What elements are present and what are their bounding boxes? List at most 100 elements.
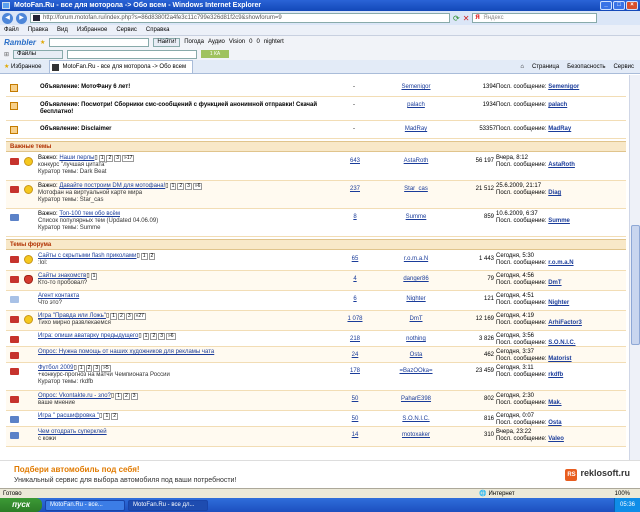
topic-replies[interactable]: 50 [344,396,366,403]
topic-replies[interactable]: 4 [344,276,366,283]
page-link[interactable]: 1 [169,183,177,190]
forward-icon[interactable]: ▶ [16,12,27,24]
topic-link[interactable]: Сайты с скрытыми flash приколами [38,253,136,259]
last-post-user[interactable]: r.o.m.a.N [548,260,573,266]
ad-logo[interactable]: RS reklosoft.ru [565,468,630,481]
menu-help[interactable]: Справка [146,27,170,33]
last-post-user[interactable]: Osta [548,420,561,426]
ad-headline[interactable]: Подбери автомобиль под себя! [14,465,140,474]
page-link[interactable]: 3 [130,393,138,400]
stop-icon[interactable]: ✕ [463,14,470,23]
search-input[interactable]: Я Яндекс [472,13,598,23]
zoom-level[interactable]: 100% [615,491,630,497]
page-link[interactable]: »17 [122,155,135,162]
topic-author[interactable]: danger86 [384,276,448,283]
topic-author[interactable]: nothing [384,336,448,343]
favorites-button[interactable]: ★ Избранное [0,63,49,70]
topic-author[interactable]: Star_cas [384,186,448,193]
page-link[interactable]: 1 [77,365,85,372]
topic-link[interactable]: Игра "Правда или Ложь" [38,313,106,319]
last-post-user[interactable]: Summe [548,218,570,224]
topic-replies[interactable]: 178 [344,368,366,375]
page-link[interactable]: »6 [192,183,203,190]
minimize-button[interactable]: _ [600,1,612,10]
page-link[interactable]: 1 [90,273,98,280]
toolbar-widget[interactable]: 1 КА [201,50,230,58]
page-link[interactable]: »5 [101,365,111,372]
page-link[interactable]: 1 [142,333,150,340]
topic-replies[interactable]: 1 078 [344,316,366,323]
page-link[interactable]: 3 [114,155,122,162]
topic-author[interactable]: S.O.N.I.C. [384,416,448,423]
announcement-author[interactable]: MadRay [386,126,446,133]
page-link[interactable]: 1 [110,313,118,320]
vertical-scrollbar[interactable] [629,75,640,460]
topic-author[interactable]: Osta [384,352,448,359]
page-link[interactable]: 2 [111,413,119,420]
tab-active[interactable]: MotoFan.Ru - все для моторола -> Обо все… [49,60,194,73]
topic-link[interactable]: Чем отодрать суперклей [38,429,107,435]
toolbar-item-audio[interactable]: Аудио [208,39,225,45]
page-link[interactable]: 1 [140,253,148,260]
toolbar-item-weather[interactable]: Погода [184,39,204,45]
taskbar-item-2[interactable]: MotoFan.Ru - все дл... [128,499,208,511]
page-link[interactable]: 2 [106,155,114,162]
topic-author[interactable]: motoxaker [384,432,448,439]
topic-link[interactable]: Опрос: Vkontakte.ru - зло? [38,393,111,399]
last-post-user[interactable]: Semenigor [548,84,579,90]
home-icon[interactable]: ⌂ [520,64,524,70]
page-link[interactable]: 2 [148,253,156,260]
topic-replies[interactable]: 6 [344,296,366,303]
topic-link[interactable]: Опрос: Нужна помощь от наших художников … [38,349,214,355]
topic-author[interactable]: =BazOOka= [384,368,448,375]
menu-tools[interactable]: Сервис [116,27,137,33]
toolbar-item-vision[interactable]: Vision [229,39,245,45]
refresh-icon[interactable]: ⟳ [453,14,460,23]
last-post-user[interactable]: Matorist [548,356,571,362]
topic-author[interactable]: Nighter [384,296,448,303]
star-icon[interactable]: ★ [40,39,45,46]
page-link[interactable]: 2 [118,313,125,320]
last-post-user[interactable]: AstaRoth [548,162,575,168]
page-link[interactable]: 3 [125,313,133,320]
topic-link[interactable]: Давайте построим DM для мотофана! [59,183,165,189]
last-post-user[interactable]: MadRay [548,126,571,132]
menu-file[interactable]: Файл [4,27,19,33]
topic-replies[interactable]: 50 [344,416,366,423]
topic-author[interactable]: r.o.m.a.N [384,256,448,263]
page-link[interactable]: »6 [166,333,176,340]
cmd-security[interactable]: Безопасность [567,64,605,70]
topic-replies[interactable]: 65 [344,256,366,263]
last-post-user[interactable]: Diag [548,190,561,196]
topic-author[interactable]: DmT [384,316,448,323]
last-post-user[interactable]: Nighter [548,300,569,306]
topic-replies[interactable]: 218 [344,336,366,343]
last-post-user[interactable]: DmT [548,280,561,286]
topic-curator[interactable]: Куратор темы: Summe [38,225,100,231]
maximize-button[interactable]: □ [613,1,625,10]
page-link[interactable]: 3 [93,365,101,372]
announcement-author[interactable]: palach [386,102,446,109]
topic-author[interactable]: AstaRoth [384,158,448,165]
announcement-title[interactable]: Объявление: МотоФану 6 лет! [40,84,340,91]
topic-replies[interactable]: 643 [344,158,366,165]
topic-link[interactable]: Топ-100 тем обо всём [59,211,120,217]
page-link[interactable]: 2 [177,183,185,190]
announcement-title[interactable]: Объявление: Посмотри! Сборники смс-сообщ… [40,102,340,116]
topic-curator[interactable]: Куратор темы: rkdfb [38,379,93,385]
topic-replies[interactable]: 237 [344,186,366,193]
scrollbar-thumb[interactable] [631,225,640,345]
page-link[interactable]: 2 [85,365,93,372]
topic-replies[interactable]: 24 [344,352,366,359]
topic-link[interactable]: Наши перлы [59,155,94,161]
last-post-user[interactable]: palach [548,102,567,108]
toolbar-counter-1[interactable]: 0 [249,39,252,45]
ad-banner[interactable]: Подбери автомобиль под себя! Уникальный … [0,460,640,488]
menu-edit[interactable]: Правка [28,27,48,33]
toolbar-input-2[interactable] [67,49,198,59]
taskbar-item-1[interactable]: MotoFan.Ru - все... [45,499,125,511]
files-dropdown[interactable]: Файлы [13,49,64,59]
page-link[interactable]: 1 [103,413,111,420]
start-button[interactable]: пуск [0,498,42,512]
menu-favorites[interactable]: Избранное [77,27,107,33]
